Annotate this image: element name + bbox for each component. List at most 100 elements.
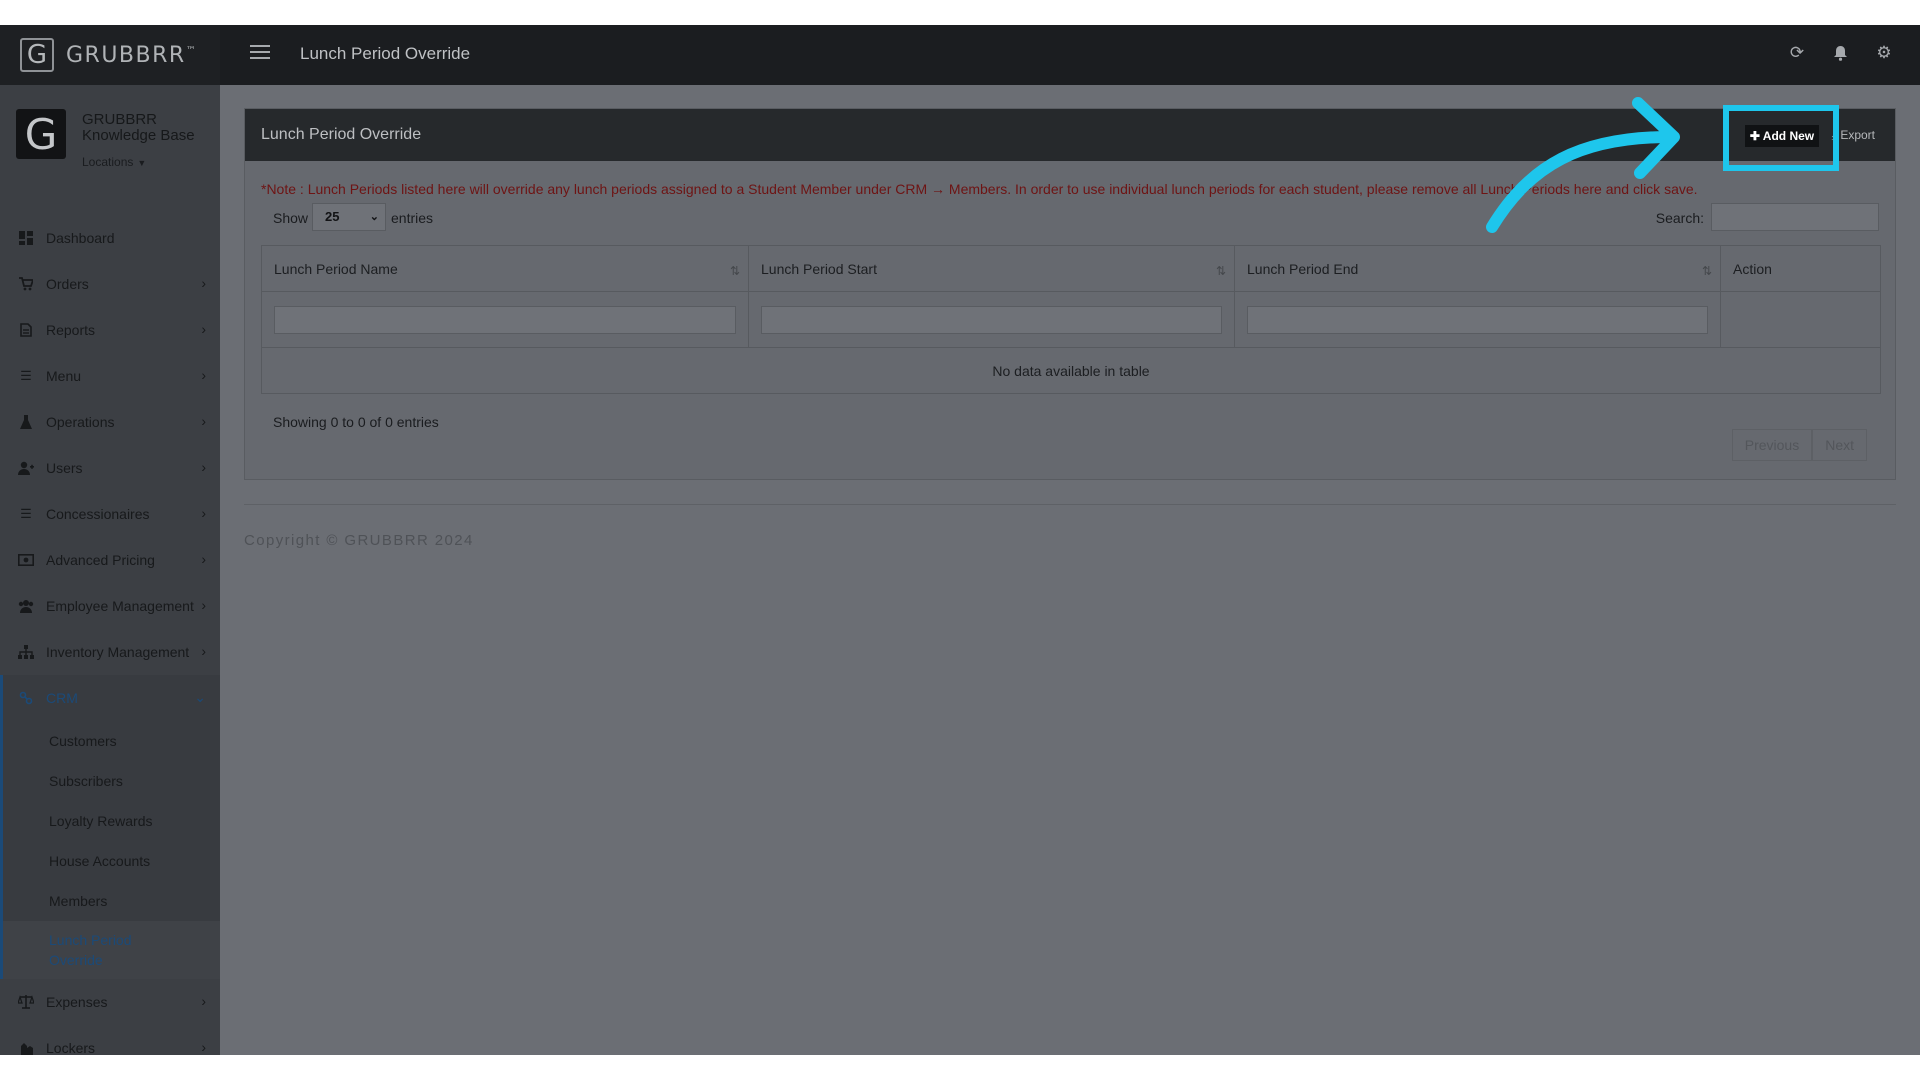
pagination: Previous Next xyxy=(1731,429,1867,461)
column-header-start[interactable]: Lunch Period Start ⇅ xyxy=(748,245,1235,292)
next-button[interactable]: Next xyxy=(1812,429,1867,461)
search-input[interactable] xyxy=(1711,203,1879,231)
chevron-right-icon: › xyxy=(201,1039,206,1055)
sidebar-item-menu[interactable]: ☰ Menu › xyxy=(0,353,220,399)
brand-trademark: ™ xyxy=(185,45,198,57)
plus-icon: ✚ xyxy=(1749,129,1763,143)
sitemap-icon xyxy=(18,644,34,660)
hamburger-menu-icon[interactable] xyxy=(250,45,270,61)
filter-cell xyxy=(1234,291,1721,348)
sidebar-item-label: Advanced Pricing xyxy=(46,552,155,568)
sidebar-item-advanced-pricing[interactable]: Advanced Pricing › xyxy=(0,537,220,583)
dashboard-icon xyxy=(18,230,34,246)
sidebar-item-label: Operations xyxy=(46,414,115,430)
chevron-right-icon: › xyxy=(201,505,206,521)
brand-bar[interactable]: G GRUBBRR™ xyxy=(0,25,220,85)
chevron-down-icon: ⌄ xyxy=(194,689,206,705)
brand-name: GRUBBRR™ xyxy=(66,43,197,68)
sidebar-subitem-subscribers[interactable]: Subscribers xyxy=(3,761,220,801)
sidebar-subitem-lunch-period-override[interactable]: Lunch Period Override xyxy=(3,921,220,979)
filter-cell xyxy=(261,291,749,348)
bell-icon[interactable] xyxy=(1829,42,1851,64)
filter-input-start[interactable] xyxy=(761,305,1222,334)
page-title: Lunch Period Override xyxy=(300,44,471,63)
sidebar-item-label: Reports xyxy=(46,322,96,338)
filter-input-name[interactable] xyxy=(274,305,736,334)
column-header-label: Lunch Period Name xyxy=(274,260,398,277)
filter-row xyxy=(261,291,1881,348)
sidebar-item-label: Orders xyxy=(46,276,89,292)
chevron-right-icon: › xyxy=(201,597,206,613)
add-new-label: Add New xyxy=(1762,129,1815,143)
column-header-name[interactable]: Lunch Period Name ⇅ xyxy=(261,245,749,292)
chevron-right-icon: › xyxy=(201,459,206,475)
user-add-icon xyxy=(18,460,34,476)
sort-icon: ⇅ xyxy=(1701,264,1712,278)
lunch-period-panel: Lunch Period Override ✚ Add New ⤓ Export… xyxy=(244,105,1896,480)
chevron-right-icon: › xyxy=(201,551,206,567)
entries-value: 25 xyxy=(325,209,340,224)
footer-divider xyxy=(244,504,1896,505)
sidebar-item-users[interactable]: Users › xyxy=(0,445,220,491)
column-header-label: Action xyxy=(1733,260,1772,277)
flask-icon xyxy=(18,414,34,430)
sidebar-subitem-members[interactable]: Members xyxy=(3,881,220,921)
sidebar-item-dashboard[interactable]: Dashboard xyxy=(0,215,220,261)
sidebar-item-label: Inventory Management xyxy=(46,644,190,660)
export-button[interactable]: ⤓ Export xyxy=(1832,128,1875,143)
sidebar-subitem-house-accounts[interactable]: House Accounts xyxy=(3,841,220,881)
show-label: Show xyxy=(273,210,309,226)
chevron-right-icon: › xyxy=(201,321,206,337)
filter-cell xyxy=(1720,291,1881,348)
filter-input-end[interactable] xyxy=(1247,305,1708,334)
sidebar: G GRUBBRR™ G GRUBBRR Knowledge Base Loca… xyxy=(0,25,220,1055)
locations-dropdown[interactable]: Locations ▼ xyxy=(82,155,146,169)
entries-label: entries xyxy=(391,210,434,226)
empty-table-message: No data available in table xyxy=(261,347,1881,394)
report-icon xyxy=(18,322,34,338)
chevron-right-icon: › xyxy=(201,993,206,1009)
sidebar-item-orders[interactable]: Orders › xyxy=(0,261,220,307)
gear-icon[interactable]: ⚙ xyxy=(1873,42,1895,64)
filter-cell xyxy=(748,291,1235,348)
money-icon xyxy=(18,552,34,568)
users-icon xyxy=(18,598,34,614)
list-icon: ☰ xyxy=(20,506,32,521)
panel-header: Lunch Period Override ✚ Add New ⤓ Export xyxy=(245,105,1895,171)
sidebar-item-employee-management[interactable]: Employee Management › xyxy=(0,583,220,629)
sidebar-item-reports[interactable]: Reports › xyxy=(0,307,220,353)
scale-icon xyxy=(18,994,34,1010)
table-info: Showing 0 to 0 of 0 entries xyxy=(273,414,439,430)
sidebar-item-label: Dashboard xyxy=(46,230,115,246)
sidebar-subitem-loyalty-rewards[interactable]: Loyalty Rewards xyxy=(3,801,220,841)
sidebar-item-label: Employee Management xyxy=(46,598,194,614)
lunch-period-table: Lunch Period Name ⇅ Lunch Period Start ⇅ L… xyxy=(261,245,1881,394)
menu-list-icon: ☰ xyxy=(20,368,32,383)
sidebar-nav: Dashboard Orders › Reports › ☰ Menu › Op… xyxy=(0,215,220,1055)
column-header-label: Lunch Period End xyxy=(1247,260,1359,277)
topbar: Lunch Period Override ⟳ ⚙ xyxy=(220,25,1920,85)
copyright-text: Copyright © GRUBBRR 2024 xyxy=(244,532,474,549)
crm-icon xyxy=(18,690,34,706)
cart-icon xyxy=(18,276,34,292)
sidebar-item-label: Users xyxy=(46,460,83,476)
sort-icon: ⇅ xyxy=(1215,264,1226,278)
sidebar-item-inventory-management[interactable]: Inventory Management › xyxy=(0,629,220,675)
refresh-icon[interactable]: ⟳ xyxy=(1786,42,1808,64)
app-frame: G GRUBBRR™ G GRUBBRR Knowledge Base Loca… xyxy=(0,25,1920,1055)
previous-button[interactable]: Previous xyxy=(1731,429,1813,461)
sidebar-item-lockers[interactable]: Lockers › xyxy=(0,1025,220,1055)
avatar: G xyxy=(16,109,66,159)
sidebar-item-label: Lockers xyxy=(46,1040,96,1055)
entries-select[interactable]: 25 ⌄ xyxy=(312,203,386,231)
sidebar-item-operations[interactable]: Operations › xyxy=(0,399,220,445)
sort-icon: ⇅ xyxy=(729,264,740,278)
sidebar-item-expenses[interactable]: Expenses › xyxy=(0,979,220,1025)
add-new-button[interactable]: ✚ Add New xyxy=(1745,125,1819,147)
sidebar-item-concessionaires[interactable]: ☰ Concessionaires › xyxy=(0,491,220,537)
sidebar-item-crm[interactable]: CRM ⌄ xyxy=(3,675,220,721)
chevron-down-icon: ⌄ xyxy=(369,211,379,223)
sidebar-subitem-customers[interactable]: Customers xyxy=(3,721,220,761)
column-header-end[interactable]: Lunch Period End ⇅ xyxy=(1234,245,1721,292)
brand-logo-icon: G xyxy=(20,38,54,72)
